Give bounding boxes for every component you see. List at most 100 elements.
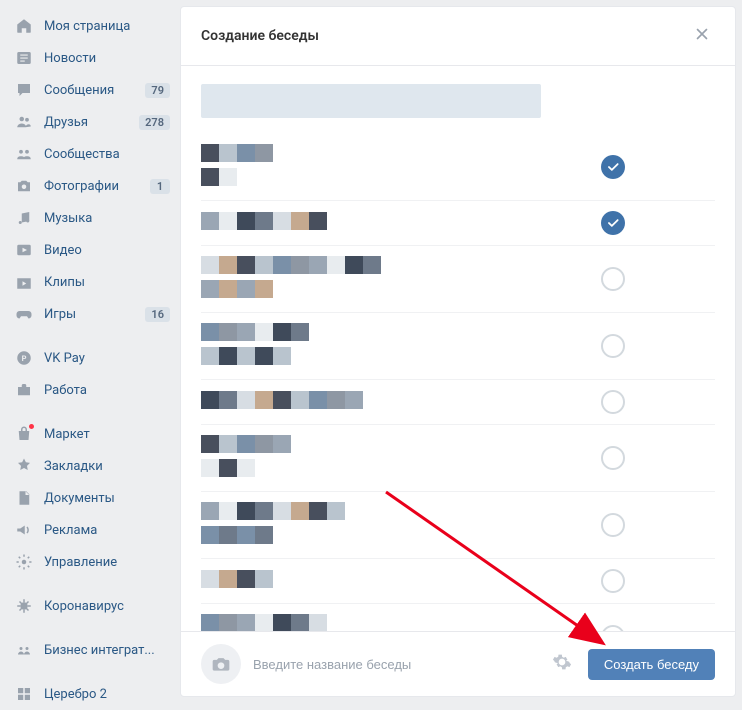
sidebar-item-work[interactable]: Работа [0, 374, 180, 406]
sidebar-item-ads[interactable]: Реклама [0, 514, 180, 546]
sidebar-item-cerebro[interactable]: Церебро 2 [0, 678, 180, 710]
svg-text:P: P [22, 354, 27, 363]
home-icon [14, 16, 34, 36]
sidebar-item-label: Видео [44, 243, 170, 258]
create-chat-dialog: Создание беседы Создать беседу [180, 6, 736, 697]
contact-row[interactable] [201, 492, 715, 559]
sidebar-item-label: Сообщения [44, 83, 145, 98]
sidebar-item-users[interactable]: Друзья278 [0, 106, 180, 138]
games-icon [14, 304, 34, 324]
contact-name-redacted [201, 502, 601, 548]
nav-badge: 16 [145, 307, 170, 322]
contact-list[interactable] [181, 66, 735, 631]
sidebar: Моя страницаНовостиСообщения79Друзья278С… [0, 0, 180, 703]
sidebar-item-bookmark[interactable]: Закладки [0, 450, 180, 482]
sidebar-item-label: Церебро 2 [44, 687, 170, 702]
sidebar-item-manage[interactable]: Управление [0, 546, 180, 578]
checkbox-unchecked-icon[interactable] [601, 569, 625, 593]
sidebar-item-home[interactable]: Моя страница [0, 10, 180, 42]
contact-row[interactable] [201, 604, 715, 631]
sidebar-item-clips[interactable]: Клипы [0, 266, 180, 298]
sidebar-item-label: Фотографии [44, 179, 150, 194]
sidebar-item-camera[interactable]: Фотографии1 [0, 170, 180, 202]
checkbox-unchecked-icon[interactable] [601, 267, 625, 291]
virus-icon [14, 596, 34, 616]
contact-name-redacted [201, 256, 601, 302]
nav-badge: 79 [145, 83, 170, 98]
sidebar-item-docs[interactable]: Документы [0, 482, 180, 514]
users-icon [14, 112, 34, 132]
contact-row[interactable] [201, 380, 715, 425]
contact-name-redacted [201, 391, 601, 413]
sidebar-item-games[interactable]: Игры16 [0, 298, 180, 330]
docs-icon [14, 488, 34, 508]
sidebar-item-label: Сообщества [44, 147, 170, 162]
camera-icon [14, 176, 34, 196]
contact-row[interactable] [201, 201, 715, 246]
close-icon[interactable] [689, 21, 715, 51]
contact-name-redacted [201, 144, 601, 190]
sidebar-item-video[interactable]: Видео [0, 234, 180, 266]
bookmark-icon [14, 456, 34, 476]
sidebar-item-biz[interactable]: Бизнес интеграт... [0, 634, 180, 666]
sidebar-item-label: Друзья [44, 115, 139, 130]
contact-row[interactable] [201, 246, 715, 313]
dialog-header: Создание беседы [181, 7, 735, 66]
pay-icon: P [14, 348, 34, 368]
dialog-footer: Создать беседу [181, 631, 735, 696]
checkbox-checked-icon[interactable] [601, 211, 625, 235]
sidebar-item-pay[interactable]: P VK Pay [0, 342, 180, 374]
search-input[interactable] [201, 84, 541, 118]
sidebar-item-label: Коронавирус [44, 599, 170, 614]
nav-badge: 278 [139, 115, 170, 130]
contact-row[interactable] [201, 559, 715, 604]
checkbox-unchecked-icon[interactable] [601, 513, 625, 537]
sidebar-item-newspaper[interactable]: Новости [0, 42, 180, 74]
nav-badge: 1 [150, 179, 170, 194]
market-icon [14, 424, 34, 444]
sidebar-item-music[interactable]: Музыка [0, 202, 180, 234]
sidebar-item-label: Реклама [44, 523, 170, 538]
sidebar-item-label: Игры [44, 307, 145, 322]
cerebro-icon [14, 684, 34, 704]
contact-name-redacted [201, 614, 601, 631]
checkbox-unchecked-icon[interactable] [601, 390, 625, 414]
sidebar-item-virus[interactable]: Коронавирус [0, 590, 180, 622]
clips-icon [14, 272, 34, 292]
sidebar-item-label: Закладки [44, 459, 170, 474]
contact-row[interactable] [201, 425, 715, 492]
checkbox-unchecked-icon[interactable] [601, 446, 625, 470]
chat-name-input[interactable] [253, 657, 536, 672]
checkbox-unchecked-icon[interactable] [601, 334, 625, 358]
sidebar-item-market[interactable]: Маркет [0, 418, 180, 450]
checkbox-checked-icon[interactable] [601, 155, 625, 179]
sidebar-item-label: Документы [44, 491, 170, 506]
sidebar-item-chat[interactable]: Сообщения79 [0, 74, 180, 106]
contact-row[interactable] [201, 313, 715, 380]
contact-name-redacted [201, 323, 601, 369]
create-chat-button[interactable]: Создать беседу [588, 649, 715, 680]
biz-icon [14, 640, 34, 660]
sidebar-item-label: Музыка [44, 211, 170, 226]
sidebar-item-label: Работа [44, 383, 170, 398]
sidebar-item-label: Новости [44, 51, 170, 66]
sidebar-item-label: Управление [44, 555, 170, 570]
newspaper-icon [14, 48, 34, 68]
video-icon [14, 240, 34, 260]
dialog-title: Создание беседы [201, 28, 689, 44]
sidebar-item-label: Бизнес интеграт... [44, 643, 170, 658]
work-icon [14, 380, 34, 400]
contact-name-redacted [201, 435, 601, 481]
sidebar-item-label: VK Pay [44, 351, 170, 366]
contact-row[interactable] [201, 134, 715, 201]
manage-icon [14, 552, 34, 572]
sidebar-item-community[interactable]: Сообщества [0, 138, 180, 170]
ads-icon [14, 520, 34, 540]
sidebar-item-label: Маркет [44, 427, 170, 442]
chat-icon [14, 80, 34, 100]
gear-icon[interactable] [548, 648, 576, 680]
sidebar-item-label: Моя страница [44, 19, 170, 34]
sidebar-item-label: Клипы [44, 275, 170, 290]
contact-name-redacted [201, 570, 601, 592]
camera-icon[interactable] [201, 644, 241, 684]
